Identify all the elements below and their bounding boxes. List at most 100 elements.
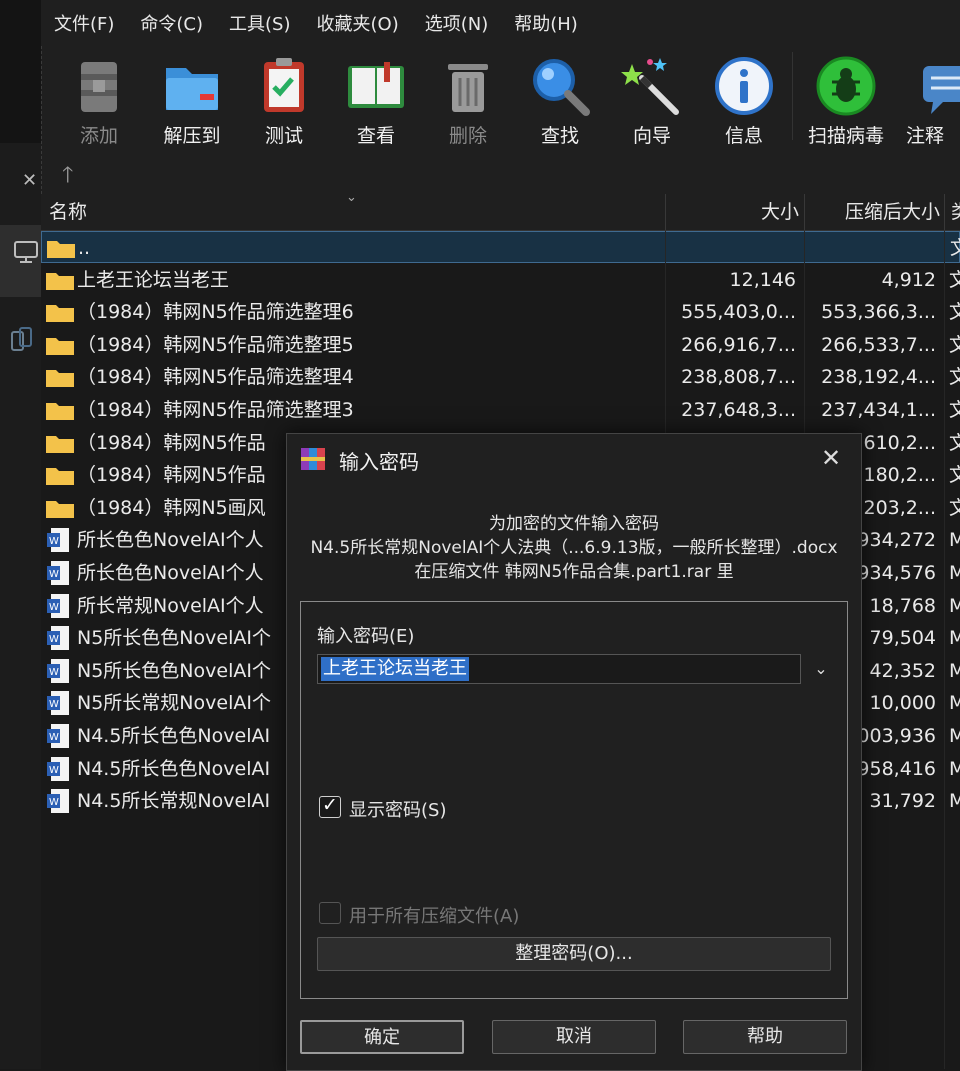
test-clipboard-icon <box>264 58 304 112</box>
folder-row[interactable]: （1984）韩网N5作品筛选整理3 237,648,3... 237,434,1..… <box>41 394 960 426</box>
column-divider[interactable] <box>944 194 945 230</box>
bug-icon <box>816 56 876 116</box>
file-size: 266,916,7... <box>681 333 796 356</box>
dialog-title: 输入密码 <box>339 450 419 474</box>
phone-icon[interactable] <box>10 326 34 352</box>
file-name: （1984）韩网N5作品筛选整理3 <box>77 399 354 421</box>
menu-help[interactable]: 帮助(H) <box>501 10 591 36</box>
test-button[interactable]: 测试 <box>239 54 329 148</box>
delete-button[interactable]: 删除 <box>423 54 513 148</box>
word-document-icon: W <box>47 626 69 651</box>
organize-passwords-button[interactable]: 整理密码(O)... <box>317 937 831 971</box>
extract-folder-icon <box>166 68 218 110</box>
view-button[interactable]: 查看 <box>331 54 421 148</box>
dialog-filename: N4.5所长常规NovelAI个人法典（...6.9.13版，一般所长整理）.d… <box>310 538 838 558</box>
file-name: N4.5所长常规NovelAI <box>77 790 271 813</box>
add-button[interactable]: 添加 <box>54 54 144 148</box>
folder-icon <box>46 435 74 453</box>
menu-options[interactable]: 选项(N) <box>412 10 502 36</box>
virus-scan-button[interactable]: 扫描病毒 <box>801 54 891 148</box>
svg-text:W: W <box>49 602 59 613</box>
parent-folder-row[interactable]: .. 文 <box>41 231 960 263</box>
svg-text:W: W <box>49 797 59 808</box>
file-packed-size: 238,192,4... <box>821 366 936 389</box>
file-size: 238,808,7... <box>681 366 796 389</box>
folder-row[interactable]: （1984）韩网N5作品筛选整理6 555,403,0... 553,366,3..… <box>41 296 960 328</box>
checkmark-icon: ✓ <box>322 794 338 816</box>
menu-tools[interactable]: 工具(S) <box>216 10 303 36</box>
folder-icon <box>46 272 74 290</box>
file-name: N4.5所长色色NovelAI <box>77 725 271 747</box>
file-type: M <box>949 790 960 813</box>
find-button[interactable]: 查找 <box>515 54 605 148</box>
monitor-icon[interactable] <box>13 240 39 264</box>
wizard-button[interactable]: 向导 <box>607 54 697 148</box>
use-for-all-label: 用于所有压缩文件(A) <box>349 906 520 927</box>
column-name[interactable]: 名称 <box>49 194 87 230</box>
password-input[interactable]: 上老王论坛当老王 <box>317 654 801 684</box>
folder-row[interactable]: （1984）韩网N5作品筛选整理5 266,916,7... 266,533,7..… <box>41 329 960 361</box>
svg-text:W: W <box>49 732 59 743</box>
show-password-label[interactable]: 显示密码(S) <box>349 796 446 822</box>
dialog-archive: 在压缩文件 韩网N5作品合集.part1.rar 里 <box>414 562 734 582</box>
chevron-down-icon[interactable]: ⌄ <box>807 654 835 684</box>
comment-icon <box>923 66 960 114</box>
close-panel-icon[interactable]: ✕ <box>22 170 37 191</box>
word-document-icon: W <box>47 593 69 618</box>
column-packed[interactable]: 压缩后大小 <box>804 194 940 230</box>
folder-icon <box>47 241 75 258</box>
up-folder-arrow-icon[interactable]: 🡑 <box>62 158 73 196</box>
file-type: M <box>949 562 960 584</box>
file-name: （1984）韩网N5作品 <box>77 431 266 454</box>
folder-icon <box>46 403 74 420</box>
file-size: 237,648,3... <box>681 399 796 421</box>
file-name: （1984）韩网N5画风 <box>77 496 266 519</box>
comment-button[interactable]: 注释 <box>898 54 960 148</box>
column-size[interactable]: 大小 <box>665 194 799 230</box>
file-name: 所长色色NovelAI个人 <box>77 562 264 584</box>
toolbar: 添加 解压到 测试 查看 删除 查找 向导 信息 扫描病毒 注释 🡑 <box>41 46 960 194</box>
folder-icon <box>46 370 74 388</box>
wizard-label: 向导 <box>632 125 671 147</box>
enter-password-dialog: 输入密码 ✕ 为加密的文件输入密码 N4.5所长常规NovelAI个人法典（..… <box>286 433 862 1071</box>
folder-icon <box>46 305 74 323</box>
column-header: 名称 ⌄ 大小 压缩后大小 类 <box>41 190 960 231</box>
word-document-icon: W <box>47 561 69 585</box>
file-type: 文 <box>949 301 960 324</box>
magic-wand-icon <box>621 58 679 115</box>
magnifier-icon <box>533 59 590 116</box>
view-book-icon <box>348 62 404 108</box>
svg-text:W: W <box>49 536 59 547</box>
file-type: 文 <box>949 431 960 454</box>
file-type: M <box>949 627 960 650</box>
column-type[interactable]: 类 <box>951 194 960 230</box>
menu-favorites[interactable]: 收藏夹(O) <box>304 10 412 36</box>
show-password-checkbox[interactable]: ✓ <box>319 794 341 818</box>
use-for-all-checkbox[interactable] <box>319 902 341 924</box>
word-document-icon: W <box>47 528 69 553</box>
file-name: （1984）韩网N5作品筛选整理5 <box>77 333 354 356</box>
word-document-icon: W <box>47 724 69 748</box>
file-name: .. <box>78 237 91 259</box>
info-label: 信息 <box>724 125 763 147</box>
folder-row[interactable]: 上老王论坛当老王 12,146 4,912 文 <box>41 264 960 296</box>
help-button[interactable]: 帮助 <box>683 1020 847 1054</box>
dialog-close-icon[interactable]: ✕ <box>821 444 841 472</box>
file-name: N5所长色色NovelAI个 <box>77 659 271 682</box>
folder-row[interactable]: （1984）韩网N5作品筛选整理4 238,808,7... 238,192,4..… <box>41 361 960 393</box>
file-type: M <box>949 529 960 552</box>
menu-commands[interactable]: 命令(C) <box>127 10 216 36</box>
menu-file[interactable]: 文件(F) <box>41 10 127 36</box>
file-packed-size: 4,912 <box>881 268 936 291</box>
file-type: 文 <box>949 496 960 519</box>
word-document-icon: W <box>47 658 69 683</box>
dialog-message: 为加密的文件输入密码 <box>489 514 659 534</box>
ok-button[interactable]: 确定 <box>300 1020 464 1054</box>
file-type: 文 <box>949 464 960 487</box>
info-button[interactable]: 信息 <box>699 54 789 148</box>
cancel-button[interactable]: 取消 <box>492 1020 656 1054</box>
file-type: M <box>949 757 960 780</box>
dialog-titlebar[interactable]: 输入密码 ✕ <box>287 434 861 484</box>
virus-scan-label: 扫描病毒 <box>807 125 884 147</box>
extract-button[interactable]: 解压到 <box>147 54 237 148</box>
